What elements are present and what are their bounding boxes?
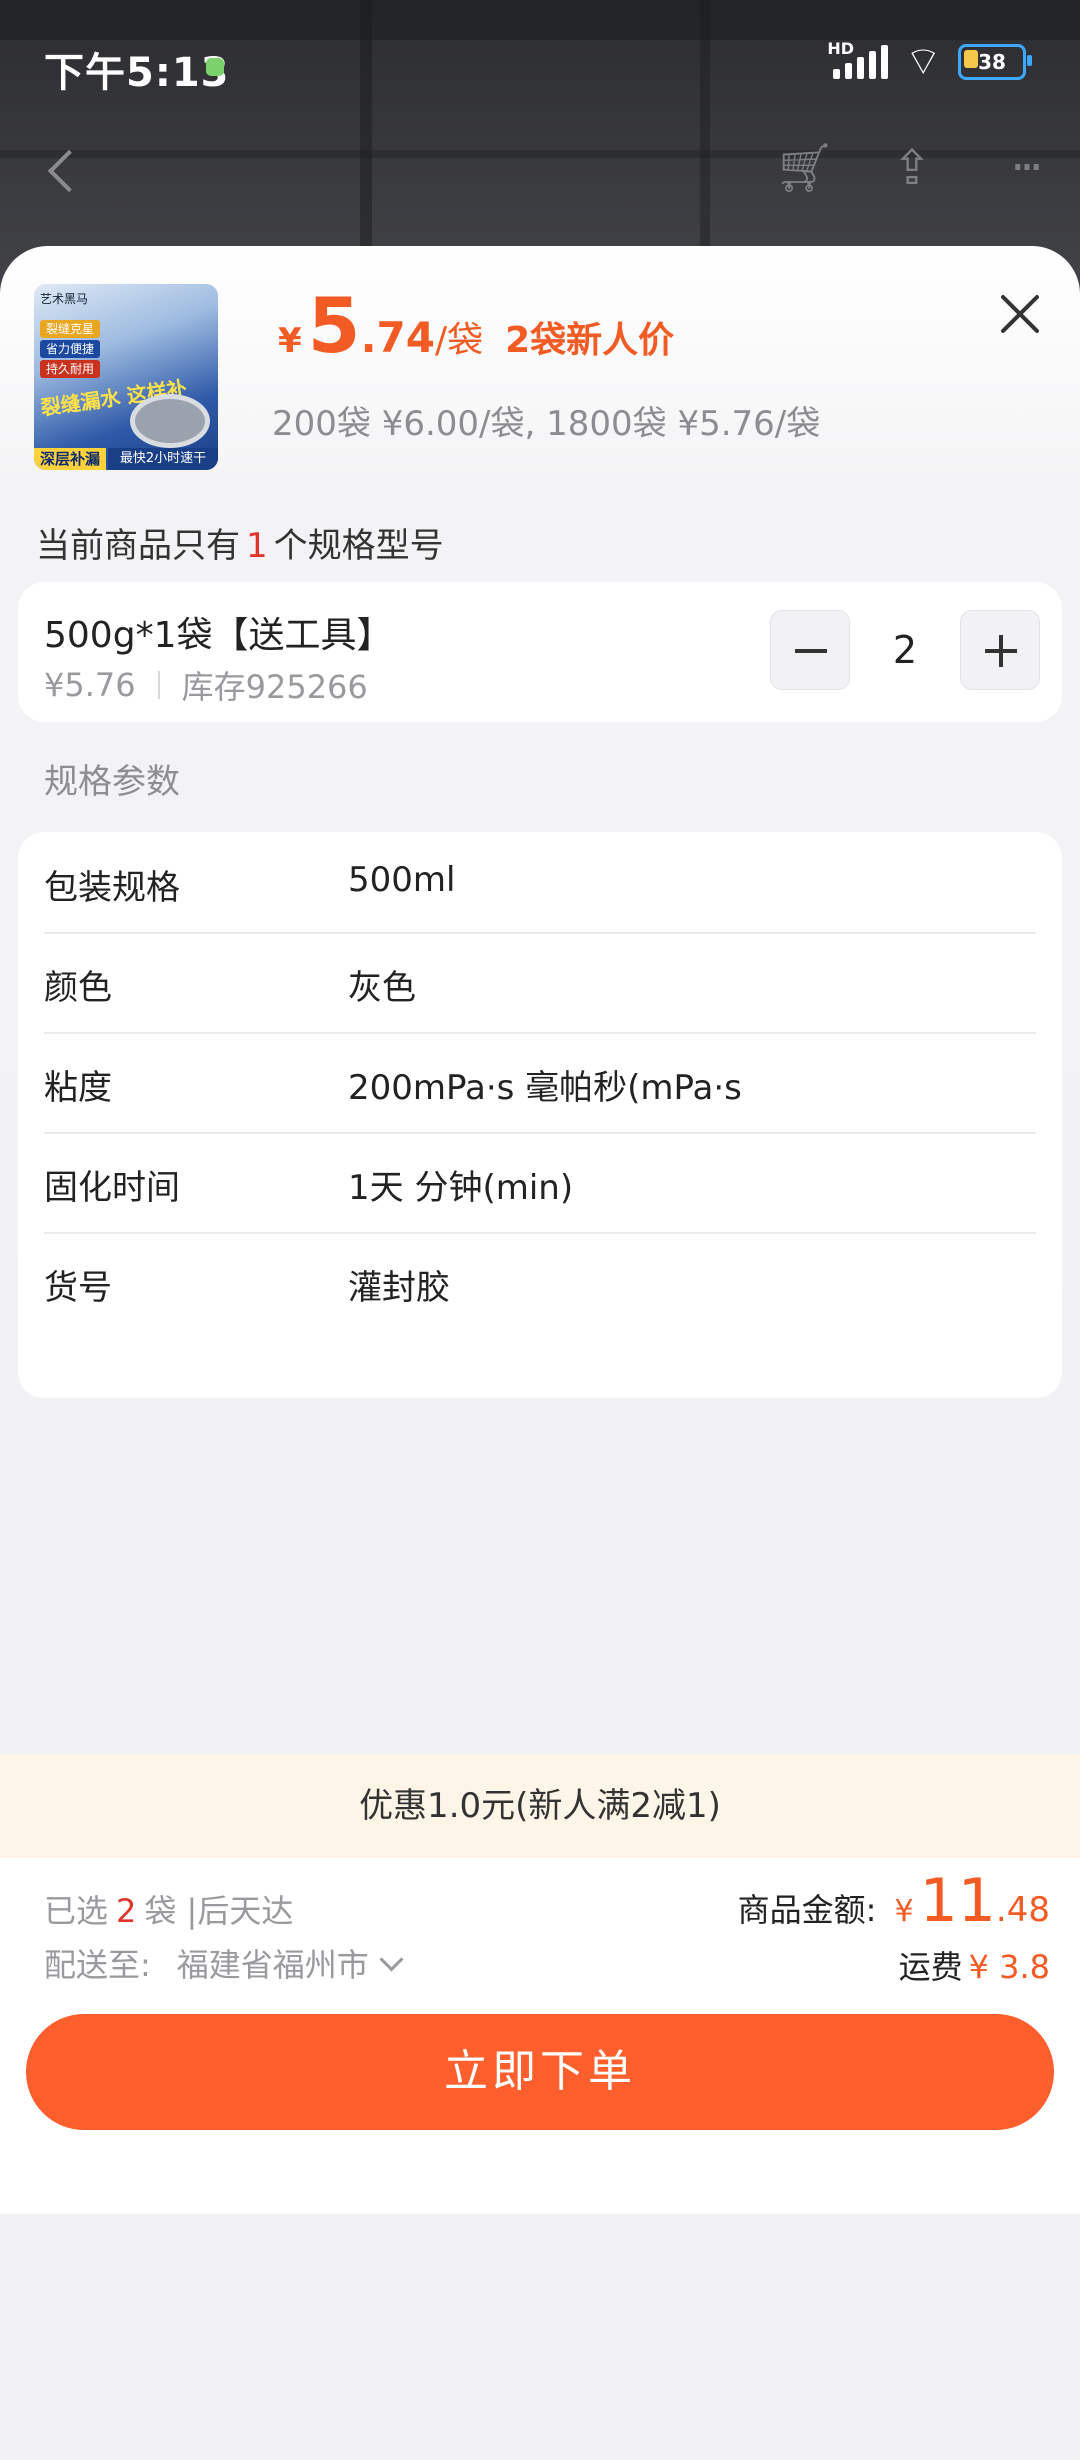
tier-prices: 200袋 ¥6.00/袋, 1800袋 ¥5.76/袋	[272, 404, 821, 444]
thumb-tag: 持久耐用	[40, 360, 101, 378]
more-dots-icon[interactable]: ···	[994, 138, 1054, 198]
param-row: 固化时间 1天 分钟(min)	[44, 1132, 1036, 1234]
params-title: 规格参数	[44, 762, 180, 802]
wifi-icon: ⌔	[904, 39, 942, 85]
share-icon[interactable]: ⇪	[882, 138, 942, 198]
quantity-value[interactable]: 2	[850, 628, 960, 672]
sku-stock: 库存925266	[181, 668, 368, 706]
param-row: 包装规格 500ml	[44, 832, 1036, 934]
thumb-tag: 裂缝克星	[40, 320, 101, 338]
sku-option-card[interactable]: 500g*1袋【送工具】 ¥5.76 库存925266 2	[18, 582, 1062, 722]
quantity-stepper: 2	[770, 610, 1040, 690]
checkout-bar: 已选 2 袋 |后天达 配送至: 福建省福州市 商品金额: ¥ 11 .48 运费 …	[0, 1858, 1080, 2214]
discount-banner: 优惠1.0元(新人满2减1)	[0, 1754, 1080, 1858]
place-order-button[interactable]: 立即下单	[26, 2014, 1054, 2130]
price-line: ¥ 5 .74 /袋 2袋新人价	[278, 281, 675, 370]
battery-icon: 38	[958, 44, 1032, 80]
promo-label: 2袋新人价	[505, 320, 675, 361]
thumb-tag: 省力便捷	[40, 340, 101, 358]
sku-meta: ¥5.76 库存925266	[44, 662, 368, 708]
delivery-address[interactable]: 配送至: 福建省福州市	[44, 1940, 404, 1986]
param-row: 粘度 200mPa·s 毫帕秒(mPa·s	[44, 1032, 1036, 1134]
price-integer: 5	[307, 281, 361, 370]
total-amount: 商品金额: ¥ 11 .48	[737, 1866, 1050, 1936]
top-navigation: 🛒︎ ⇪ ···	[0, 130, 1080, 210]
tape-roll-image	[130, 394, 210, 448]
price-decimal: .74	[360, 313, 435, 362]
back-chevron-icon[interactable]	[44, 140, 84, 200]
product-thumbnail[interactable]: 艺术黑马 裂缝克星 省力便捷 持久耐用 裂缝漏水 这样补 深层补漏 最快2小时速…	[34, 284, 218, 470]
params-table: 包装规格 500ml 颜色 灰色 粘度 200mPa·s 毫帕秒(mPa·s 固…	[18, 832, 1062, 1398]
notification-dot-icon	[206, 58, 224, 76]
status-time: 下午5:13	[44, 50, 230, 96]
sku-price: ¥5.76	[44, 666, 136, 704]
status-indicators: HD ⌔ 38	[827, 39, 1032, 85]
decrease-button[interactable]	[770, 610, 850, 690]
divider	[157, 671, 160, 699]
freight-fee: 运费 ¥ 3.8	[898, 1948, 1050, 1986]
selected-summary: 已选 2 袋 |后天达	[44, 1892, 294, 1930]
signal-icon: HD	[827, 39, 889, 79]
spec-count-text: 当前商品只有 1 个规格型号	[36, 526, 444, 566]
increase-button[interactable]	[960, 610, 1040, 690]
status-bar: 下午5:13 HD ⌔ 38	[0, 0, 1080, 140]
sku-name: 500g*1袋【送工具】	[44, 615, 393, 656]
chevron-down-icon	[379, 1946, 404, 1972]
close-icon[interactable]	[992, 286, 1048, 342]
param-row: 货号 灌封胶	[44, 1268, 450, 1308]
cart-icon[interactable]: 🛒︎	[774, 138, 835, 198]
param-row: 颜色 灰色	[44, 932, 1036, 1034]
